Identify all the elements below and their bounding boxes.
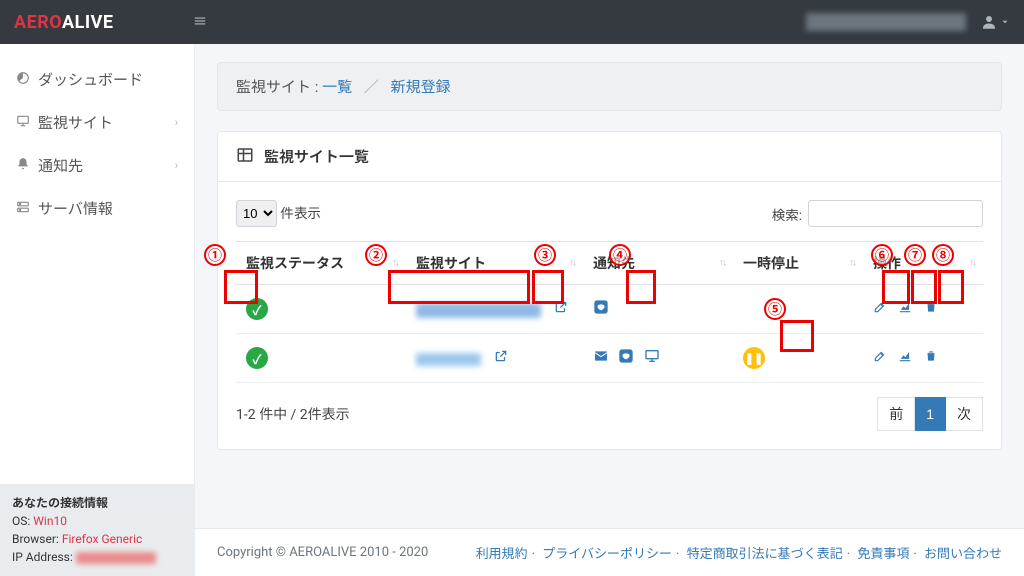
- pager-next[interactable]: 次: [946, 397, 983, 431]
- site-table: 監視ステータス↑↓ 監視サイト↑↓ 通知先↑↓ 一時停止↑↓ 操作↑↓ ✓: [236, 241, 983, 383]
- sidebar-item-label: 監視サイト: [38, 112, 175, 133]
- line-app-icon: [593, 299, 609, 315]
- col-site[interactable]: 監視サイト↑↓: [406, 242, 583, 285]
- sidebar-item-label: サーバ情報: [38, 198, 178, 219]
- chart-icon[interactable]: [898, 349, 912, 363]
- external-link-icon[interactable]: [554, 300, 568, 314]
- sidebar-item-sites[interactable]: 監視サイト ›: [0, 101, 194, 144]
- sidebar-item-label: ダッシュボード: [38, 69, 178, 90]
- connection-info-panel: あなたの接続情報 OS: Win10 Browser: Firefox Gene…: [0, 484, 194, 576]
- sidebar-item-notify[interactable]: 通知先 ›: [0, 144, 194, 187]
- sidebar-item-server[interactable]: サーバ情報: [0, 187, 194, 230]
- chevron-right-icon: ›: [175, 159, 178, 172]
- monitor-icon: [16, 114, 38, 130]
- pager-page-1[interactable]: 1: [915, 397, 946, 431]
- monitor-icon: [644, 348, 660, 364]
- sidebar-item-dashboard[interactable]: ダッシュボード: [0, 58, 194, 101]
- brand-logo: AEROALIVE: [14, 12, 113, 33]
- footer-copyright: Copyright © AEROALIVE 2010 - 2020: [217, 545, 428, 560]
- chart-icon[interactable]: [898, 300, 912, 314]
- chevron-right-icon: ›: [175, 116, 178, 129]
- external-link-icon[interactable]: [494, 349, 508, 363]
- table-icon: [236, 146, 254, 166]
- card-title: 監視サイト一覧: [264, 146, 369, 167]
- sidebar-item-label: 通知先: [38, 155, 175, 176]
- breadcrumb-root: 監視サイト :: [236, 78, 318, 96]
- bell-icon: [16, 157, 38, 173]
- footer-link[interactable]: 利用規約: [476, 547, 528, 562]
- table-info: 1-2 件中 / 2件表示: [236, 404, 350, 424]
- page-length-suffix: 件表示: [280, 206, 321, 222]
- sidebar: ダッシュボード 監視サイト › 通知先 › サーバ情報 あなたの接続情報 OS:…: [0, 44, 195, 576]
- hamburger-icon[interactable]: [193, 14, 207, 30]
- table-row: ✓: [236, 285, 983, 334]
- trash-icon[interactable]: [924, 300, 938, 314]
- site-list-card: 監視サイト一覧 10 件表示 検索:: [217, 131, 1002, 450]
- search-input[interactable]: [808, 200, 983, 227]
- site-name-masked[interactable]: [416, 353, 481, 366]
- mail-icon: [593, 348, 609, 364]
- gauge-icon: [16, 71, 38, 87]
- page-length-select[interactable]: 10: [236, 200, 277, 227]
- line-app-icon: [618, 348, 634, 364]
- col-status[interactable]: 監視ステータス↑↓: [236, 242, 406, 285]
- site-name-masked[interactable]: [416, 303, 541, 318]
- conn-info-title: あなたの接続情報: [12, 496, 108, 510]
- pause-icon[interactable]: ❚❚: [743, 347, 765, 369]
- conn-os-value: Win10: [33, 514, 67, 528]
- user-name-masked: [806, 13, 966, 31]
- edit-icon[interactable]: [873, 300, 887, 314]
- pagination: 前 1 次: [877, 397, 983, 431]
- user-menu[interactable]: [980, 13, 1010, 31]
- footer: Copyright © AEROALIVE 2010 - 2020 利用規約· …: [195, 528, 1024, 576]
- caret-down-icon: [1000, 17, 1010, 27]
- breadcrumb-new-link[interactable]: 新規登録: [391, 78, 451, 96]
- breadcrumb-current[interactable]: 一覧: [322, 78, 352, 96]
- conn-browser-value: Firefox Generic: [62, 532, 142, 546]
- footer-link[interactable]: お問い合わせ: [924, 547, 1002, 562]
- footer-link[interactable]: 免責事項: [857, 547, 909, 562]
- status-ok-icon: ✓: [246, 298, 268, 320]
- table-row: ✓ ❚❚: [236, 334, 983, 383]
- col-action[interactable]: 操作↑↓: [863, 242, 983, 285]
- footer-link[interactable]: 特定商取引法に基づく表記: [687, 547, 843, 562]
- server-icon: [16, 200, 38, 216]
- col-notify[interactable]: 通知先↑↓: [583, 242, 733, 285]
- footer-links: 利用規約· プライバシーポリシー· 特定商取引法に基づく表記· 免責事項· お問…: [476, 543, 1002, 562]
- footer-link[interactable]: プライバシーポリシー: [542, 547, 672, 562]
- breadcrumb: 監視サイト : 一覧 ／ 新規登録: [217, 62, 1002, 111]
- trash-icon[interactable]: [924, 349, 938, 363]
- top-navbar: AEROALIVE: [0, 0, 1024, 44]
- annotation-1: ①: [204, 244, 226, 266]
- status-ok-icon: ✓: [246, 347, 268, 369]
- conn-ip-masked: [76, 552, 156, 564]
- search-label: 検索:: [772, 204, 802, 224]
- edit-icon[interactable]: [873, 349, 887, 363]
- col-pause[interactable]: 一時停止↑↓: [733, 242, 863, 285]
- pager-prev[interactable]: 前: [877, 397, 915, 431]
